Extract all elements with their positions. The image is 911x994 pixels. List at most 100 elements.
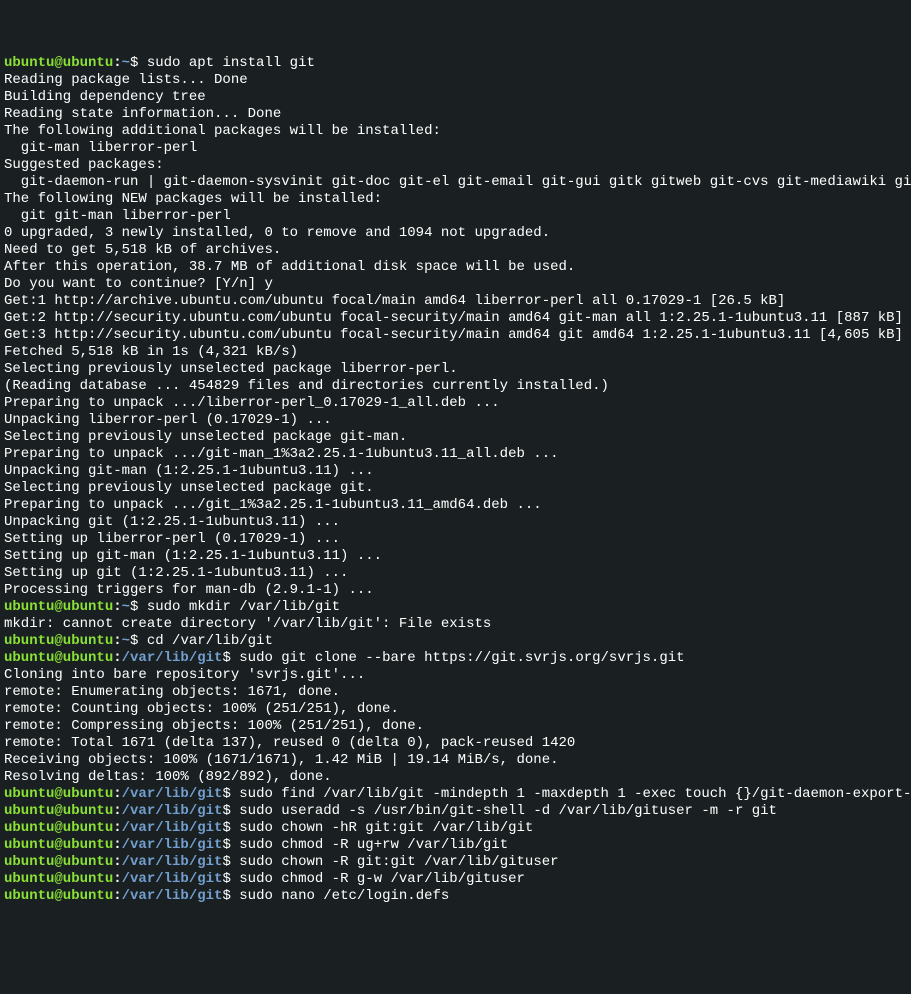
- command-text: sudo nano /etc/login.defs: [239, 888, 449, 904]
- terminal-line: Setting up git (1:2.25.1-1ubuntu3.11) ..…: [4, 565, 907, 582]
- terminal-line: Reading state information... Done: [4, 106, 907, 123]
- output-text: remote: Total 1671 (delta 137), reused 0…: [4, 735, 575, 751]
- terminal-line: (Reading database ... 454829 files and d…: [4, 378, 907, 395]
- terminal-line: ubuntu@ubuntu:/var/lib/git$ sudo find /v…: [4, 786, 907, 803]
- terminal-line: The following additional packages will b…: [4, 123, 907, 140]
- prompt-dollar: $: [222, 854, 239, 870]
- terminal-line: Unpacking git-man (1:2.25.1-1ubuntu3.11)…: [4, 463, 907, 480]
- prompt-user: ubuntu@ubuntu: [4, 888, 113, 904]
- terminal-line: remote: Compressing objects: 100% (251/2…: [4, 718, 907, 735]
- prompt-user: ubuntu@ubuntu: [4, 820, 113, 836]
- output-text: Suggested packages:: [4, 157, 164, 173]
- command-text: sudo chown -R git:git /var/lib/gituser: [239, 854, 558, 870]
- terminal-line: Selecting previously unselected package …: [4, 361, 907, 378]
- command-text: sudo find /var/lib/git -mindepth 1 -maxd…: [239, 786, 911, 802]
- prompt-separator: :: [113, 650, 121, 666]
- prompt-dollar: $: [222, 803, 239, 819]
- output-text: Selecting previously unselected package …: [4, 429, 407, 445]
- terminal-line: The following NEW packages will be insta…: [4, 191, 907, 208]
- terminal-line: Building dependency tree: [4, 89, 907, 106]
- output-text: Setting up liberror-perl (0.17029-1) ...: [4, 531, 340, 547]
- prompt-path: ~: [122, 599, 130, 615]
- terminal-line: Suggested packages:: [4, 157, 907, 174]
- prompt-separator: :: [113, 888, 121, 904]
- output-text: The following additional packages will b…: [4, 123, 441, 139]
- terminal-line: ubuntu@ubuntu:~$ sudo mkdir /var/lib/git: [4, 599, 907, 616]
- output-text: Unpacking git (1:2.25.1-1ubuntu3.11) ...: [4, 514, 340, 530]
- output-text: After this operation, 38.7 MB of additio…: [4, 259, 575, 275]
- output-text: Selecting previously unselected package …: [4, 480, 374, 496]
- terminal-line: Get:3 http://security.ubuntu.com/ubuntu …: [4, 327, 907, 344]
- output-text: Receiving objects: 100% (1671/1671), 1.4…: [4, 752, 559, 768]
- output-text: Get:3 http://security.ubuntu.com/ubuntu …: [4, 327, 903, 343]
- output-text: Do you want to continue? [Y/n] y: [4, 276, 273, 292]
- prompt-dollar: $: [222, 871, 239, 887]
- terminal-line: ubuntu@ubuntu:/var/lib/git$ sudo chown -…: [4, 820, 907, 837]
- prompt-separator: :: [113, 803, 121, 819]
- terminal-line: ubuntu@ubuntu:~$ sudo apt install git: [4, 55, 907, 72]
- prompt-user: ubuntu@ubuntu: [4, 650, 113, 666]
- output-text: git-man liberror-perl: [4, 140, 197, 156]
- terminal-line: 0 upgraded, 3 newly installed, 0 to remo…: [4, 225, 907, 242]
- prompt-user: ubuntu@ubuntu: [4, 871, 113, 887]
- terminal-line: Cloning into bare repository 'svrjs.git'…: [4, 667, 907, 684]
- prompt-separator: :: [113, 871, 121, 887]
- terminal-line: git git-man liberror-perl: [4, 208, 907, 225]
- prompt-user: ubuntu@ubuntu: [4, 633, 113, 649]
- output-text: git-daemon-run | git-daemon-sysvinit git…: [4, 174, 911, 190]
- prompt-path: /var/lib/git: [122, 786, 223, 802]
- output-text: Preparing to unpack .../liberror-perl_0.…: [4, 395, 500, 411]
- prompt-path: ~: [122, 633, 130, 649]
- terminal-line: Selecting previously unselected package …: [4, 480, 907, 497]
- prompt-separator: :: [113, 854, 121, 870]
- terminal-line: git-daemon-run | git-daemon-sysvinit git…: [4, 174, 907, 191]
- terminal-output[interactable]: ubuntu@ubuntu:~$ sudo apt install gitRea…: [4, 55, 907, 905]
- prompt-path: /var/lib/git: [122, 854, 223, 870]
- output-text: Preparing to unpack .../git_1%3a2.25.1-1…: [4, 497, 542, 513]
- prompt-user: ubuntu@ubuntu: [4, 803, 113, 819]
- prompt-dollar: $: [222, 786, 239, 802]
- prompt-path: /var/lib/git: [122, 650, 223, 666]
- terminal-line: git-man liberror-perl: [4, 140, 907, 157]
- prompt-dollar: $: [222, 888, 239, 904]
- terminal-line: Need to get 5,518 kB of archives.: [4, 242, 907, 259]
- terminal-line: remote: Total 1671 (delta 137), reused 0…: [4, 735, 907, 752]
- output-text: Building dependency tree: [4, 89, 206, 105]
- terminal-line: Preparing to unpack .../git_1%3a2.25.1-1…: [4, 497, 907, 514]
- prompt-user: ubuntu@ubuntu: [4, 854, 113, 870]
- terminal-line: Fetched 5,518 kB in 1s (4,321 kB/s): [4, 344, 907, 361]
- output-text: The following NEW packages will be insta…: [4, 191, 382, 207]
- prompt-separator: :: [113, 820, 121, 836]
- command-text: sudo useradd -s /usr/bin/git-shell -d /v…: [239, 803, 777, 819]
- prompt-user: ubuntu@ubuntu: [4, 837, 113, 853]
- output-text: Reading package lists... Done: [4, 72, 248, 88]
- prompt-path: /var/lib/git: [122, 837, 223, 853]
- terminal-line: ubuntu@ubuntu:/var/lib/git$ sudo nano /e…: [4, 888, 907, 905]
- prompt-path: /var/lib/git: [122, 888, 223, 904]
- output-text: remote: Counting objects: 100% (251/251)…: [4, 701, 399, 717]
- prompt-separator: :: [113, 837, 121, 853]
- command-text: sudo chown -hR git:git /var/lib/git: [239, 820, 533, 836]
- output-text: Selecting previously unselected package …: [4, 361, 458, 377]
- output-text: Reading state information... Done: [4, 106, 281, 122]
- output-text: Resolving deltas: 100% (892/892), done.: [4, 769, 332, 785]
- terminal-line: Get:2 http://security.ubuntu.com/ubuntu …: [4, 310, 907, 327]
- output-text: Unpacking liberror-perl (0.17029-1) ...: [4, 412, 332, 428]
- command-text: sudo mkdir /var/lib/git: [147, 599, 340, 615]
- prompt-separator: :: [113, 786, 121, 802]
- prompt-user: ubuntu@ubuntu: [4, 786, 113, 802]
- prompt-dollar: $: [222, 820, 239, 836]
- terminal-line: Unpacking git (1:2.25.1-1ubuntu3.11) ...: [4, 514, 907, 531]
- terminal-line: Setting up liberror-perl (0.17029-1) ...: [4, 531, 907, 548]
- command-text: sudo git clone --bare https://git.svrjs.…: [239, 650, 684, 666]
- terminal-line: Setting up git-man (1:2.25.1-1ubuntu3.11…: [4, 548, 907, 565]
- command-text: sudo chmod -R ug+rw /var/lib/git: [239, 837, 508, 853]
- prompt-path: /var/lib/git: [122, 820, 223, 836]
- terminal-line: Unpacking liberror-perl (0.17029-1) ...: [4, 412, 907, 429]
- terminal-line: ubuntu@ubuntu:/var/lib/git$ sudo chmod -…: [4, 837, 907, 854]
- output-text: Processing triggers for man-db (2.9.1-1)…: [4, 582, 374, 598]
- terminal-line: Reading package lists... Done: [4, 72, 907, 89]
- terminal-line: mkdir: cannot create directory '/var/lib…: [4, 616, 907, 633]
- prompt-separator: :: [113, 599, 121, 615]
- output-text: Get:1 http://archive.ubuntu.com/ubuntu f…: [4, 293, 785, 309]
